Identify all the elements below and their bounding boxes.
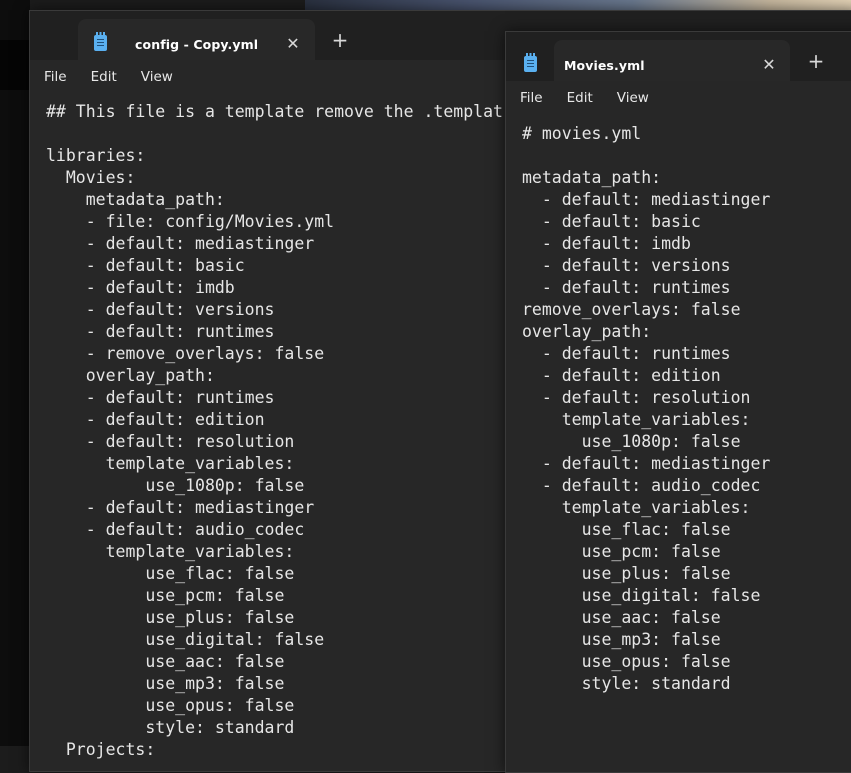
menu-file[interactable]: File xyxy=(44,69,67,85)
menu-edit[interactable]: Edit xyxy=(567,90,593,106)
editor-line: - default: mediastinger xyxy=(522,454,771,473)
editor-line: use_plus: false xyxy=(522,564,731,583)
editor-line: - default: resolution xyxy=(522,388,751,407)
editor-line: use_digital: false xyxy=(522,586,761,605)
editor-line: use_mp3: false xyxy=(522,630,721,649)
editor-line: - default: basic xyxy=(522,212,701,231)
desktop-background-left xyxy=(0,0,30,746)
menu-view[interactable]: View xyxy=(617,90,649,106)
editor-line: remove_overlays: false xyxy=(522,300,741,319)
menu-view[interactable]: View xyxy=(141,69,173,85)
editor-line: use_aac: false xyxy=(522,608,721,627)
plus-icon[interactable]: + xyxy=(804,49,828,73)
editor-line: style: standard xyxy=(522,674,731,693)
editor-line: template_variables: xyxy=(522,498,751,517)
editor-line: # movies.yml xyxy=(522,124,642,143)
menu-bar: File Edit View xyxy=(506,81,851,115)
editor-line: - default: audio_codec xyxy=(522,476,761,495)
editor-line: - default: runtimes xyxy=(522,344,731,363)
editor-line: - default: edition xyxy=(522,366,721,385)
editor-line: - default: versions xyxy=(522,256,731,275)
menu-file[interactable]: File xyxy=(520,90,543,106)
tab-movies[interactable]: Movies.yml ✕ xyxy=(554,40,790,81)
editor-line: use_1080p: false xyxy=(522,432,741,451)
menu-edit[interactable]: Edit xyxy=(91,69,117,85)
notepad-window-movies: Movies.yml ✕ + File Edit View # movies.y… xyxy=(505,31,851,773)
editor-line: - default: imdb xyxy=(522,234,691,253)
editor-line: use_pcm: false xyxy=(522,542,721,561)
editor-line: use_opus: false xyxy=(522,652,731,671)
editor-line: use_flac: false xyxy=(522,520,731,539)
notepad-icon xyxy=(524,53,537,72)
notepad-icon xyxy=(94,32,107,51)
close-icon[interactable]: ✕ xyxy=(281,32,305,56)
close-icon[interactable]: ✕ xyxy=(757,53,781,77)
desktop-dark-strip xyxy=(0,40,30,90)
plus-icon[interactable]: + xyxy=(328,28,352,52)
editor-line: overlay_path: xyxy=(522,322,652,341)
editor-line: template_variables: xyxy=(522,410,751,429)
tab-config-copy[interactable]: config - Copy.yml ✕ xyxy=(78,19,315,60)
editor-line: metadata_path: xyxy=(522,168,662,187)
text-editor[interactable]: # movies.yml metadata_path: - default: me… xyxy=(506,115,851,695)
tab-title: Movies.yml xyxy=(564,58,645,73)
tab-title: config - Copy.yml xyxy=(135,37,259,52)
editor-line: - default: runtimes xyxy=(522,278,731,297)
editor-line: - default: mediastinger xyxy=(522,190,771,209)
title-bar[interactable]: Movies.yml ✕ + xyxy=(506,32,851,81)
